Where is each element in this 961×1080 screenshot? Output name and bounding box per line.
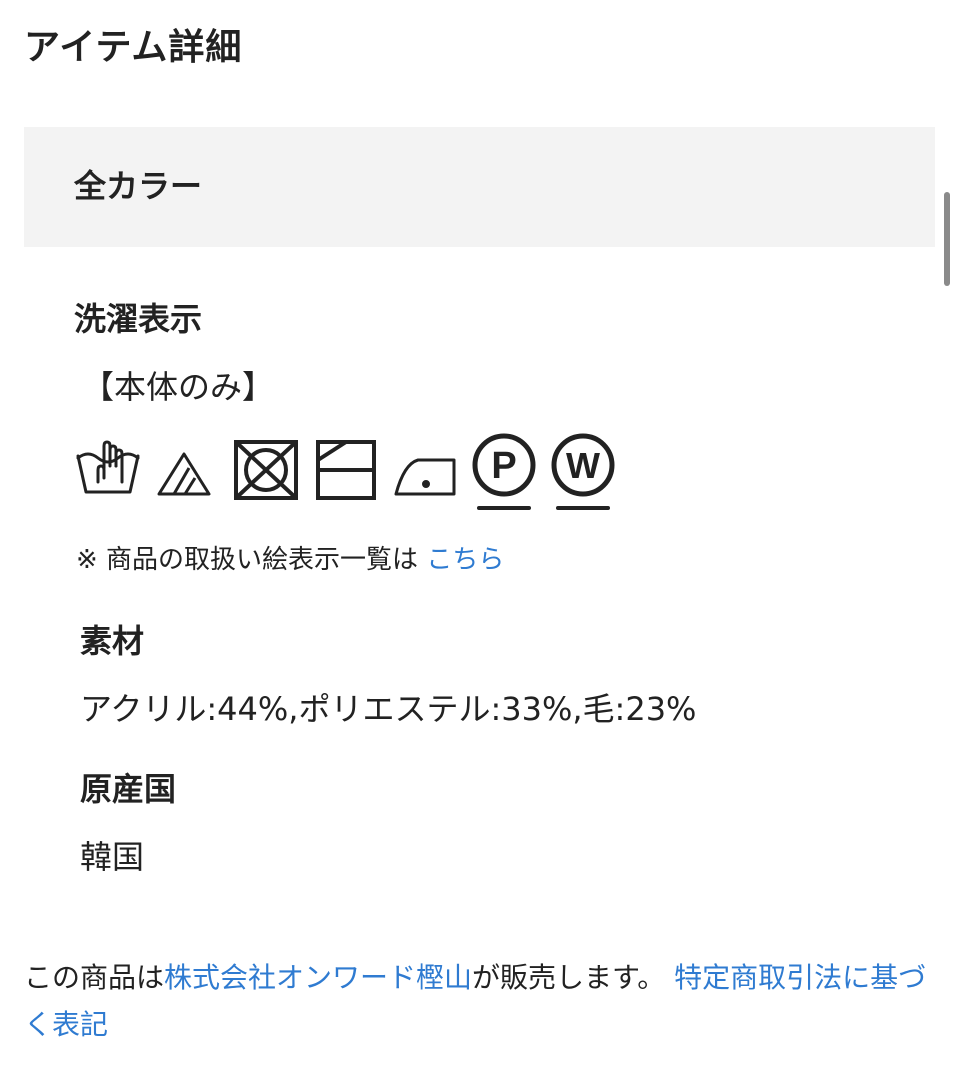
care-note-text: ※ 商品の取扱い絵表示一覧は bbox=[76, 545, 419, 575]
material-value: アクリル:44%,ポリエステル:33%,毛:23% bbox=[80, 690, 697, 728]
origin-value: 韓国 bbox=[80, 838, 145, 876]
professional-dry-clean-p-icon: P bbox=[472, 433, 536, 510]
scrollbar[interactable] bbox=[944, 192, 950, 286]
care-scope: 【本体のみ】 bbox=[82, 368, 275, 406]
care-heading: 洗濯表示 bbox=[74, 300, 203, 338]
low-temperature-iron-icon bbox=[394, 458, 456, 496]
color-selector-label: 全カラー bbox=[74, 167, 203, 205]
care-note: ※ 商品の取扱い絵表示一覧は こちら bbox=[76, 540, 504, 580]
material-heading: 素材 bbox=[80, 622, 145, 660]
care-symbols: P W bbox=[76, 433, 615, 510]
origin-heading: 原産国 bbox=[80, 770, 177, 808]
drip-dry-in-shade-icon bbox=[316, 440, 376, 500]
company-link[interactable]: 株式会社オンワード樫山 bbox=[164, 961, 472, 994]
seller-info: この商品は株式会社オンワード樫山が販売します。 特定商取引法に基づく表記 bbox=[24, 954, 929, 1048]
svg-text:P: P bbox=[491, 445, 516, 487]
seller-suffix: が販売します。 bbox=[472, 961, 666, 994]
hand-wash-icon bbox=[76, 440, 140, 494]
care-symbols-link[interactable]: こちら bbox=[426, 545, 504, 575]
seller-prefix: この商品は bbox=[24, 961, 165, 994]
svg-text:W: W bbox=[566, 445, 600, 486]
color-selector[interactable]: 全カラー bbox=[24, 127, 935, 247]
professional-wet-clean-w-icon: W bbox=[551, 433, 615, 510]
no-tumble-dry-icon bbox=[234, 440, 298, 500]
page-title: アイテム詳細 bbox=[24, 27, 243, 68]
non-chlorine-bleach-icon bbox=[157, 452, 211, 496]
